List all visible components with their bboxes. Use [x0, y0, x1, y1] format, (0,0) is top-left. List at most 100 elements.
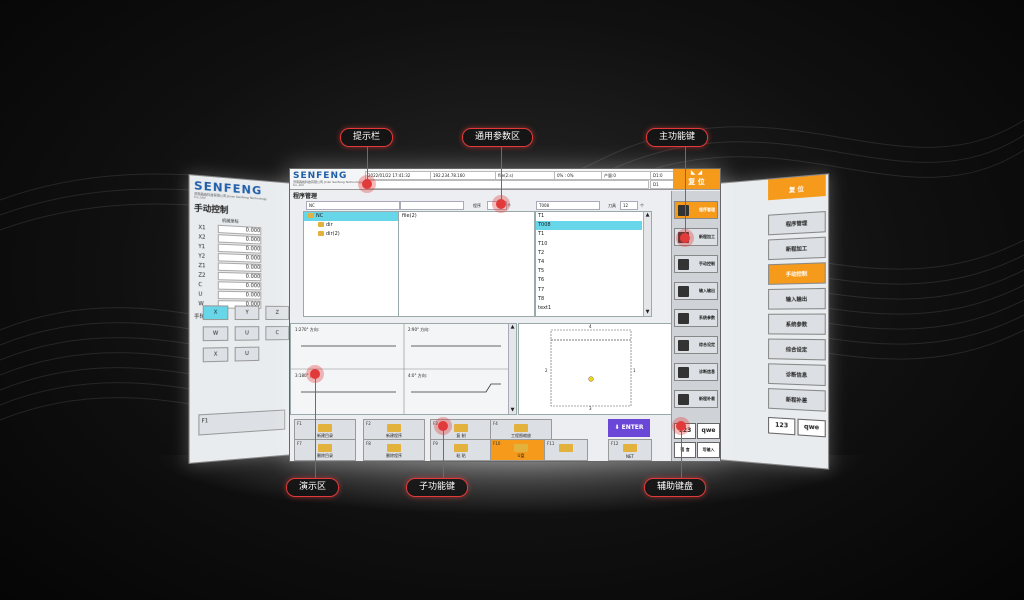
main-menu-item[interactable]: 手动控制 [674, 255, 718, 273]
folder-icon [318, 231, 324, 236]
folder-icon [318, 424, 332, 432]
main-menu-item[interactable]: 程序管理 [674, 201, 718, 219]
callout-line [685, 146, 686, 238]
zone: D1:0 [650, 171, 674, 180]
main-menu-item[interactable]: 输入输出 [674, 282, 718, 300]
axis-x2-button[interactable]: X [203, 347, 229, 362]
function-key-label: 删除目录 [295, 453, 355, 459]
side-menu-item[interactable]: 新程加工 [768, 237, 826, 260]
scroll-up-icon[interactable]: ▲ [644, 212, 651, 219]
sheet-side-bottom: 3 [589, 406, 592, 411]
tool-item[interactable]: T1 [536, 230, 642, 239]
function-key-f1[interactable]: F1 新建目录 [294, 419, 356, 441]
tool-item[interactable]: T6 [536, 276, 642, 285]
main-menu-item[interactable]: 综合设定 [674, 336, 718, 354]
side-menu-item[interactable]: 诊断信息 [768, 363, 826, 386]
axis-z-button[interactable]: Z [265, 306, 289, 320]
function-key-f8[interactable]: F8 删除程序 [363, 439, 425, 461]
reset-button[interactable]: 复 位 [768, 175, 826, 201]
callout-dot [676, 421, 686, 431]
axis-name: Z1 [198, 262, 217, 269]
tool-item[interactable]: text1 [536, 304, 642, 313]
axis-x-button[interactable]: X [203, 305, 229, 320]
file-item[interactable]: file(2) [399, 212, 534, 221]
path-field[interactable]: NC [306, 201, 400, 210]
side-menu-item[interactable]: 综合设定 [768, 339, 826, 361]
tool-item[interactable]: T10 [536, 240, 642, 249]
axis-w-button[interactable]: W [203, 326, 229, 341]
side-menu-item[interactable]: 程序管理 [768, 211, 826, 235]
tree-item[interactable]: dir [304, 221, 399, 230]
side-menu-item[interactable]: 输入输出 [768, 288, 826, 310]
side-menu-item[interactable]: 系统参数 [768, 313, 826, 334]
function-key-f4[interactable]: F4 工程图缩放 [490, 419, 552, 441]
axis-u2-button[interactable]: U [235, 347, 260, 362]
demo-scrollbar[interactable]: ▲ ▼ [508, 324, 516, 414]
fkey-f1[interactable]: F1 [198, 409, 285, 435]
tool-item[interactable]: T1 [536, 212, 642, 221]
manual-control-screen: SENFENG 济南森峰科技有限公司 Jinan Senfeng Technol… [189, 174, 294, 464]
main-menu-item[interactable]: 系统参数 [674, 309, 718, 327]
alpha-keyboard-button[interactable]: qwe [697, 423, 720, 439]
tree-item-label: dir [326, 222, 333, 228]
axis-list: X1 0.000 X2 0.000 Y1 0.000 Y2 0.000 Z1 0.000 Z2 0.0… [190, 222, 293, 309]
function-key-f2[interactable]: F2 新建程序 [363, 419, 425, 441]
tool-item[interactable]: T7 [536, 286, 642, 295]
file-list[interactable]: file(2) [398, 211, 535, 317]
folder-icon [318, 222, 324, 227]
enter-key[interactable]: ⬇ ENTER [608, 419, 650, 437]
main-menu-item[interactable]: 新程补差 [674, 390, 718, 408]
tool-item[interactable]: T2 [536, 249, 642, 258]
side-menu-item[interactable]: 手动控制 [768, 262, 826, 285]
axis-value: 0.000 [218, 252, 262, 262]
function-key-f7[interactable]: F7 删除目录 [294, 439, 356, 461]
callout-dot [680, 233, 690, 243]
tool-item[interactable]: T008 [536, 221, 642, 230]
scroll-down-icon[interactable]: ▼ [644, 309, 651, 316]
screen-title: 手动控制 [194, 202, 293, 220]
function-key-label: 粘 贴 [431, 453, 491, 459]
dir-field[interactable] [400, 201, 464, 210]
reset-label: 复 位 [673, 177, 720, 187]
axis-name: Z2 [198, 272, 217, 279]
function-key-f12[interactable]: F12 NET [608, 439, 652, 461]
tree-item[interactable]: NC [304, 212, 399, 221]
demo-cell-2: 2:90° 方向: [408, 327, 430, 333]
axis-name: U [198, 291, 217, 298]
tool-item[interactable]: T8 [536, 295, 642, 304]
axis-y-button[interactable]: Y [235, 306, 260, 321]
function-key-number: F1 [297, 421, 302, 426]
main-menu-item-label: 新程加工 [699, 234, 715, 240]
tool-field[interactable]: T008 [536, 201, 600, 210]
main-menu-item-label: 系统参数 [699, 315, 715, 321]
function-key-f9[interactable]: F9 粘 贴 [430, 439, 492, 461]
main-menu-item-label: 新程补差 [699, 396, 715, 402]
main-menu-item[interactable]: 诊断信息 [674, 363, 718, 381]
directory-tree[interactable]: NC dir dir(2) [303, 211, 400, 317]
tree-item[interactable]: dir(2) [304, 230, 399, 239]
side-menu-item[interactable]: 新程补差 [768, 388, 826, 412]
function-key-f10[interactable]: F10 U盘 [490, 439, 552, 461]
function-key-f11[interactable]: F11 [544, 439, 588, 461]
tool-item[interactable]: T4 [536, 258, 642, 267]
axis-c-button[interactable]: C [265, 326, 289, 340]
axis-value: 0.000 [218, 262, 262, 272]
folder-icon [623, 444, 637, 452]
function-key-number: F7 [297, 441, 302, 446]
folder-icon [454, 424, 468, 432]
input-button[interactable]: 写输入 [697, 442, 720, 458]
callout-line [315, 374, 316, 478]
tool-item[interactable]: T5 [536, 267, 642, 276]
reset-button[interactable]: ◣ ◢ 复 位 [673, 169, 720, 189]
scroll-down-icon[interactable]: ▼ [509, 407, 516, 414]
axis-u-button[interactable]: U [235, 326, 260, 341]
main-menu-item-label: 手动控制 [699, 261, 715, 267]
scroll-up-icon[interactable]: ▲ [509, 324, 516, 331]
enter-icon: ⬇ [614, 424, 621, 431]
alpha-keyboard-button[interactable]: qwe [797, 419, 825, 438]
tool-list-scrollbar[interactable]: ▲ ▼ [643, 212, 651, 316]
tool-list[interactable]: T1 T008 T1 T10 T2 T4 T5 T6 T7 T8 text1 ▲ ▼ [535, 211, 652, 317]
language-button[interactable]: 语 言 [674, 442, 696, 458]
num-keyboard-button[interactable]: 123 [768, 417, 795, 435]
tool-unit: 个 [640, 203, 644, 209]
